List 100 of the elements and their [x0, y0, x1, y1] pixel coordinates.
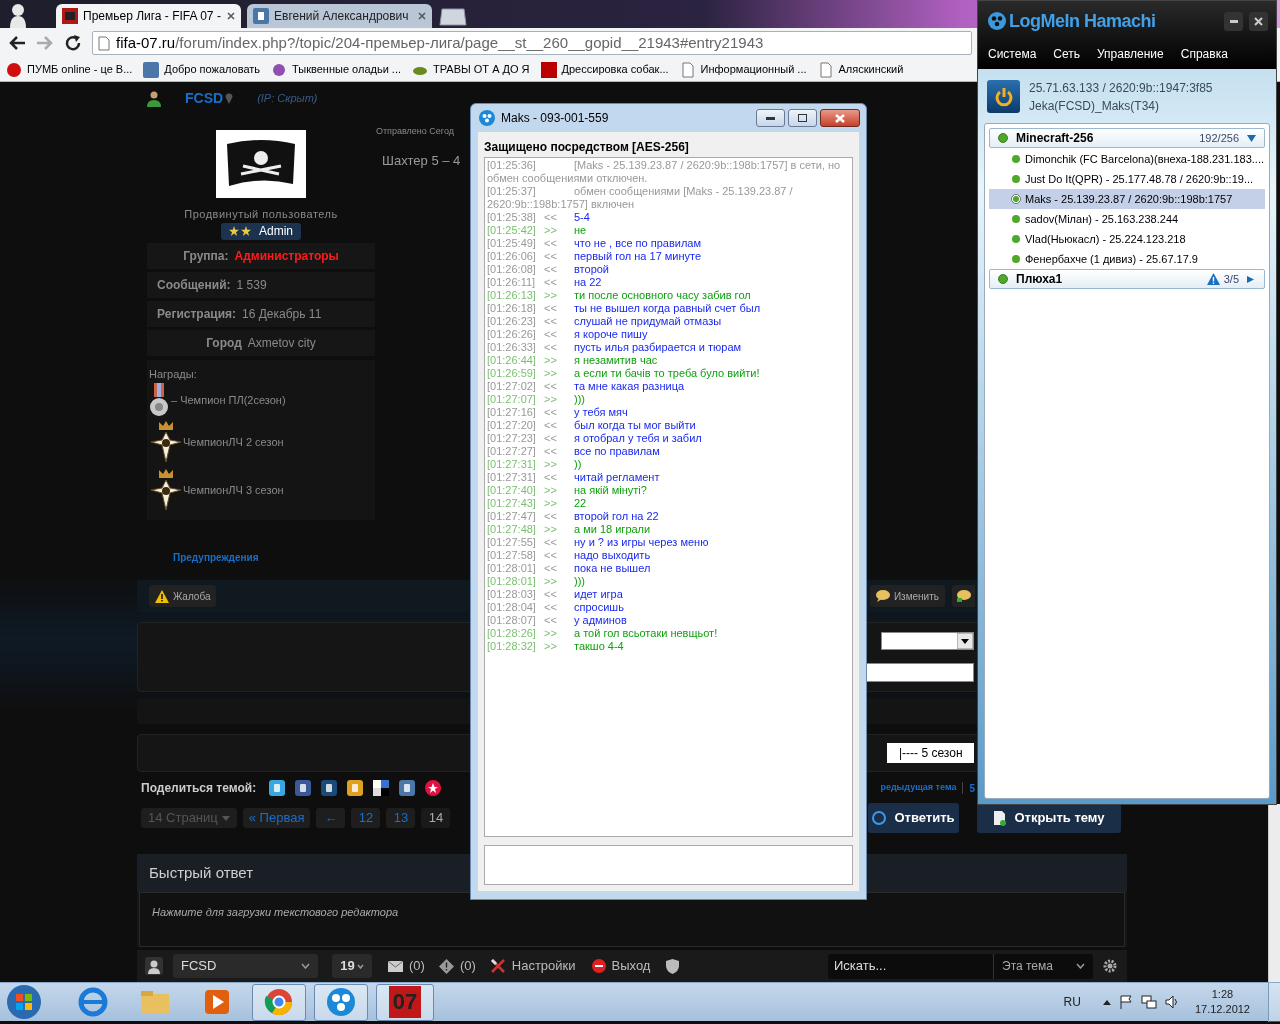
message-time: [01:27:31] — [487, 458, 537, 471]
bookmark[interactable]: Тыквенные оладьи ... — [271, 61, 401, 78]
author-name[interactable]: FCSD — [185, 88, 224, 109]
clock[interactable]: 1:28 17.12.2012 — [1194, 987, 1250, 1017]
back-arrow-icon[interactable] — [8, 35, 26, 51]
address-bar[interactable]: fifa-07.ru/forum/index.php?/topic/204-премьер-лига/page__st__260__gopid__21943#entry21943 — [92, 31, 972, 55]
message-text: слушай не придумай отмазы — [574, 315, 722, 328]
edit-button[interactable]: Изменить — [869, 585, 945, 607]
page-link[interactable]: 14 — [421, 808, 451, 828]
peer-row[interactable]: Maks - 25.139.23.87 / 2620:9b::198b:1757 — [989, 189, 1265, 209]
editor-area[interactable]: Нажмите для загрузки текстового редактора — [139, 892, 1125, 947]
season-select[interactable]: |---- 5 сезон — [887, 743, 974, 763]
direction-marker: << — [544, 445, 558, 458]
message-time: [01:26:18] — [487, 302, 537, 315]
network-header[interactable]: Плюха1 3/5 — [989, 269, 1265, 289]
direction-marker: >> — [544, 484, 558, 497]
three-dots-logo-icon — [325, 986, 357, 1018]
reports-link[interactable]: (0) — [438, 956, 476, 976]
bookmark[interactable]: ТРАВЫ ОТ А ДО Я — [412, 61, 530, 78]
maximize-button[interactable] — [788, 109, 817, 127]
new-topic-button[interactable]: Открыть тему — [977, 803, 1121, 833]
direction-marker: >> — [544, 224, 558, 237]
browser-tab[interactable]: Премьер Лига - FIFA 07 - — [56, 4, 241, 28]
browser-tab[interactable]: Евгений Александрович — [247, 4, 432, 28]
gear-icon[interactable] — [1103, 959, 1117, 973]
previous-topic-link[interactable]: редыдущая тема — [880, 781, 957, 795]
direction-marker: << — [544, 432, 558, 445]
peer-row[interactable]: Vlad(Ньюкасл) - 25.224.123.218 — [989, 229, 1265, 249]
direction-marker: << — [544, 328, 558, 341]
message-time: [01:28:01] — [487, 575, 537, 588]
reload-icon[interactable] — [64, 34, 82, 52]
network-icon[interactable] — [1140, 995, 1157, 1009]
reply-button[interactable]: Ответить — [868, 803, 959, 833]
menu-item[interactable]: Сеть — [1053, 45, 1081, 63]
expand-triangle-icon[interactable] — [1247, 134, 1256, 142]
app-logo-icon — [988, 12, 1006, 30]
next-topic-link[interactable]: 5 — [969, 780, 975, 796]
show-desktop-button[interactable] — [1268, 982, 1280, 1022]
game-logo: 07 — [389, 986, 421, 1018]
taskbar-button[interactable] — [252, 983, 306, 1021]
menu-item[interactable]: Управление — [1097, 45, 1164, 63]
bookmark[interactable]: Информационный ... — [679, 61, 807, 78]
new-tab-icon[interactable] — [438, 8, 468, 26]
search-field[interactable]: Искать... Эта тема — [828, 953, 1093, 979]
peer-row[interactable]: Just Do It(QPR) - 25.177.48.78 / 2620:9b::19... — [989, 169, 1265, 189]
peer-label: Just Do It(QPR) - 25.177.48.78 / 2620:9b::19... — [1025, 171, 1254, 187]
url-text: fifa-07.ru/forum/index.php?/topic/204-премьер-лига/page__st__260__gopid__21943#entry21943 — [116, 32, 764, 53]
direction-marker: << — [544, 601, 558, 614]
moderation-dropdown[interactable] — [881, 632, 974, 650]
field-label: Регистрация: — [157, 305, 237, 323]
bookmark[interactable]: Аляскинский — [817, 61, 904, 78]
peer-row[interactable]: Dimonchik (FC Barcelona)(внеха-188.231.183.... — [989, 149, 1265, 169]
minimize-button[interactable] — [756, 109, 785, 127]
menu-item[interactable]: Справка — [1180, 45, 1228, 63]
flag-icon[interactable] — [1118, 995, 1133, 1009]
bookmark[interactable]: Добро пожаловать — [143, 61, 261, 78]
close-icon[interactable] — [418, 12, 426, 20]
network-header[interactable]: Minecraft-256 192/256 — [989, 128, 1265, 148]
message-input[interactable] — [484, 845, 853, 885]
user-silhouette-icon[interactable] — [8, 2, 28, 28]
logout-link[interactable]: Выход — [591, 956, 651, 976]
quote-button[interactable] — [952, 585, 975, 607]
star-badge-icon[interactable] — [425, 780, 442, 796]
text-input[interactable] — [866, 663, 974, 682]
share-colored-icon[interactable] — [347, 780, 364, 796]
start-orb-icon[interactable] — [4, 984, 44, 1020]
settings-link[interactable]: Настройки — [489, 956, 576, 976]
user-dropdown[interactable]: FCSD — [173, 954, 318, 978]
count-dropdown[interactable]: 19 — [332, 954, 372, 978]
messages-link[interactable]: (0) — [388, 956, 425, 976]
tray-up-arrow-icon[interactable] — [1102, 999, 1111, 1005]
warnings-link[interactable]: Предупреждения — [173, 549, 375, 565]
peer-row[interactable]: Фенербахче (1 дивиз) - 25.67.17.9 — [989, 249, 1265, 269]
close-icon[interactable] — [227, 12, 235, 20]
peer-label: Vlad(Ньюкасл) - 25.224.123.218 — [1025, 231, 1186, 247]
close-button[interactable] — [1249, 11, 1268, 31]
close-button[interactable] — [820, 109, 860, 127]
peer-row[interactable]: sadov(Мілан) - 25.163.238.244 — [989, 209, 1265, 229]
user-avatar-icon[interactable] — [145, 957, 163, 975]
shield-icon[interactable] — [666, 958, 680, 974]
scrollbar[interactable] — [1268, 804, 1280, 982]
search-scope-dropdown[interactable]: Эта тема — [993, 953, 1093, 979]
report-button[interactable]: Жалоба — [149, 585, 217, 607]
message-time: [01:27:07] — [487, 393, 537, 406]
message-time: [01:25:42] — [487, 224, 537, 237]
online-dot-icon — [1011, 174, 1021, 184]
direction-marker: << — [544, 237, 558, 250]
client-address: 25.71.63.133 / 2620:9b::1947:3f85 — [1029, 79, 1213, 97]
menu-item[interactable]: Система — [988, 45, 1037, 63]
message-text: первый гол на 17 минуте — [574, 250, 702, 263]
bookmark[interactable]: Дрессировка собак... — [540, 61, 669, 78]
bookmark[interactable]: ПУМБ online - це В... — [6, 61, 133, 78]
bookmark-icon — [540, 61, 557, 78]
power-button[interactable] — [987, 80, 1020, 113]
expand-triangle-icon[interactable] — [1247, 275, 1256, 283]
taskbar-button[interactable] — [314, 983, 368, 1021]
message-text: ти после основного часу забив гол — [574, 289, 751, 302]
message-text: а ми 18 играли — [574, 523, 651, 536]
language-indicator[interactable]: RU — [1063, 993, 1081, 1011]
minimize-button[interactable] — [1224, 11, 1243, 31]
